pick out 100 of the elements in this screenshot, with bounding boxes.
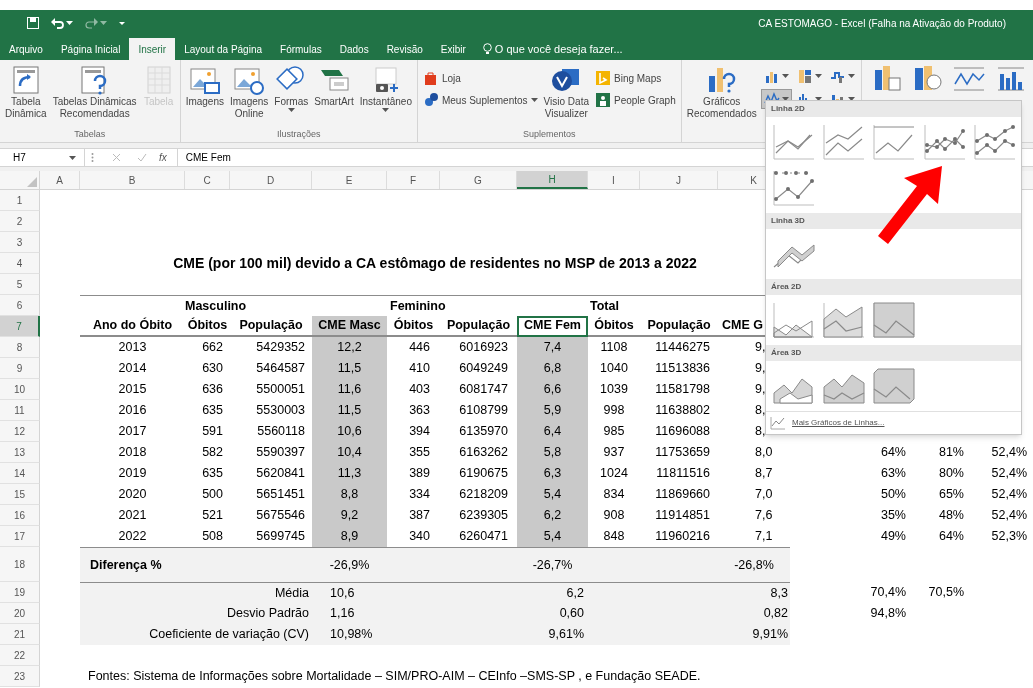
table-cell-text: 49% (879, 528, 907, 546)
column-header[interactable]: F (387, 171, 440, 189)
save-icon[interactable] (27, 17, 39, 29)
table-cell: 5,4 (517, 526, 588, 547)
table-cell-text: 8, (755, 423, 766, 441)
column-header[interactable]: D (230, 171, 312, 189)
more-charts-link[interactable]: Mais Gráficos de Linhas... (792, 417, 885, 429)
column-header[interactable]: I (588, 171, 640, 189)
ribbon-tab[interactable]: Arquivo (0, 38, 52, 60)
column-header[interactable]: E (312, 171, 387, 189)
table-cell: 5,4 (517, 484, 588, 505)
row-header[interactable]: 9 (0, 358, 40, 379)
row-header[interactable]: 22 (0, 645, 40, 666)
row-header[interactable]: 18 (0, 547, 40, 582)
row-header[interactable]: 5 (0, 274, 40, 295)
column-header[interactable]: H (517, 171, 588, 189)
cancel-icon[interactable] (112, 153, 121, 162)
column-header[interactable]: C (185, 171, 230, 189)
ribbon-button[interactable]: Imagens Online (228, 64, 271, 120)
ribbon-button[interactable]: Bing Maps (595, 70, 676, 86)
ribbon-button[interactable]: SmartArt (312, 64, 356, 108)
table-cell-text: 11696088 (654, 423, 711, 441)
row-header[interactable]: 17 (0, 526, 40, 547)
row-header[interactable]: 19 (0, 582, 40, 603)
select-all-icon[interactable] (27, 177, 37, 187)
ribbon-tab[interactable]: Exibir (431, 38, 475, 60)
ribbon-tab[interactable]: Layout da Página (175, 38, 272, 60)
ribbon-tab[interactable]: Fórmulas (271, 38, 331, 60)
table-cell-text: 11869660 (654, 486, 711, 504)
table-cell-text: 11446275 (654, 339, 711, 357)
row-label: Coeficiente de variação (CV) (148, 626, 310, 644)
table-cell: 6,8 (517, 358, 588, 379)
column-header[interactable]: J (640, 171, 718, 189)
column-sparkline-icon (995, 64, 1026, 94)
row-header[interactable]: 3 (0, 232, 40, 253)
ribbon-tab[interactable]: Página Inicial (51, 38, 130, 60)
table-cell-text: 11960216 (654, 528, 711, 546)
table-cell: 10,6 (312, 421, 387, 442)
table-cell-text: 387 (408, 507, 431, 525)
ribbon-button[interactable]: Meus Suplementos (422, 92, 538, 108)
section-heading: Linha 3D (766, 213, 1021, 229)
table-cell-text: 8,0 (755, 444, 773, 462)
ribbon-button[interactable]: Imagens (183, 64, 226, 108)
table-cell-text: 2018 (117, 444, 148, 462)
bing-maps-icon (595, 70, 611, 86)
table-cell-text: 6239305 (458, 507, 509, 525)
row-header[interactable]: 14 (0, 463, 40, 484)
row-header[interactable]: 15 (0, 484, 40, 505)
ribbon-button[interactable]: Tabela Dinâmica (3, 64, 49, 120)
table-cell: 11,5 (312, 358, 387, 379)
ribbon-tab[interactable]: Revisão (377, 38, 432, 60)
table-cell-text: 2020 (117, 486, 148, 504)
row-header[interactable]: 6 (0, 295, 40, 316)
column-header[interactable]: A (40, 171, 80, 189)
check-icon[interactable] (137, 153, 147, 162)
report-title: CME (por 100 mil) devido a CA estômago de residentes no MSP de 2013 a 2022 (172, 254, 698, 273)
redo-icon[interactable] (85, 17, 98, 29)
row-header[interactable]: 1 (0, 190, 40, 211)
row-header[interactable]: 23 (0, 666, 40, 687)
row-header[interactable]: 10 (0, 379, 40, 400)
row-header[interactable]: 11 (0, 400, 40, 421)
table-cell-text: 7,0 (755, 486, 773, 504)
row-header[interactable]: 8 (0, 337, 40, 358)
tell-me-field[interactable]: O que você deseja fazer... (482, 38, 655, 60)
lightbulb-icon (482, 42, 492, 56)
column-header[interactable]: B (80, 171, 185, 189)
row-header[interactable]: 21 (0, 624, 40, 645)
ribbon-button[interactable]: Formas (272, 64, 311, 112)
table-cell: 10,4 (312, 442, 387, 463)
caret-icon (382, 108, 390, 112)
table-cell-text: 52,4% (990, 486, 1028, 504)
insert-function-button[interactable]: fx (159, 150, 167, 165)
table-cell-text: 5429352 (255, 339, 306, 357)
ribbon-button[interactable]: People Graph (595, 92, 676, 108)
table-cell: 8,8 (312, 484, 387, 505)
row-header[interactable]: 12 (0, 421, 40, 442)
ribbon-button[interactable]: Instantâneo (357, 64, 414, 112)
ribbon-tab[interactable]: Dados (330, 38, 378, 60)
table-cell-text: 363 (408, 402, 431, 420)
name-box[interactable]: H7 (0, 149, 85, 166)
ribbon-button[interactable]: Loja (422, 70, 538, 86)
row-header[interactable]: 7 (0, 316, 40, 337)
ribbon-button[interactable]: Gráficos Recomendados (684, 64, 759, 120)
table-cell-text: 662 (201, 339, 224, 357)
table-cell-text: 1108 (599, 339, 629, 357)
row-header[interactable]: 2 (0, 211, 40, 232)
customize-icon[interactable] (119, 20, 125, 26)
table-cell-text: 6108799 (458, 402, 509, 420)
ribbon-tab[interactable]: Inserir (129, 38, 176, 60)
row-header[interactable]: 16 (0, 505, 40, 526)
row-header[interactable]: 13 (0, 442, 40, 463)
ribbon-button[interactable]: Tabelas Dinâmicas Recomendadas (50, 64, 139, 120)
table-cell-text: 5620841 (255, 465, 306, 483)
table-cell-text: 0,82 (762, 605, 789, 623)
undo-icon[interactable] (51, 17, 64, 29)
row-header[interactable]: 4 (0, 253, 40, 274)
row-header[interactable]: 20 (0, 603, 40, 624)
table-cell-text: 2015 (117, 381, 148, 399)
table-cell-text: 2022 (117, 528, 148, 546)
ribbon-button[interactable]: Visio Data Visualizer (541, 64, 591, 120)
